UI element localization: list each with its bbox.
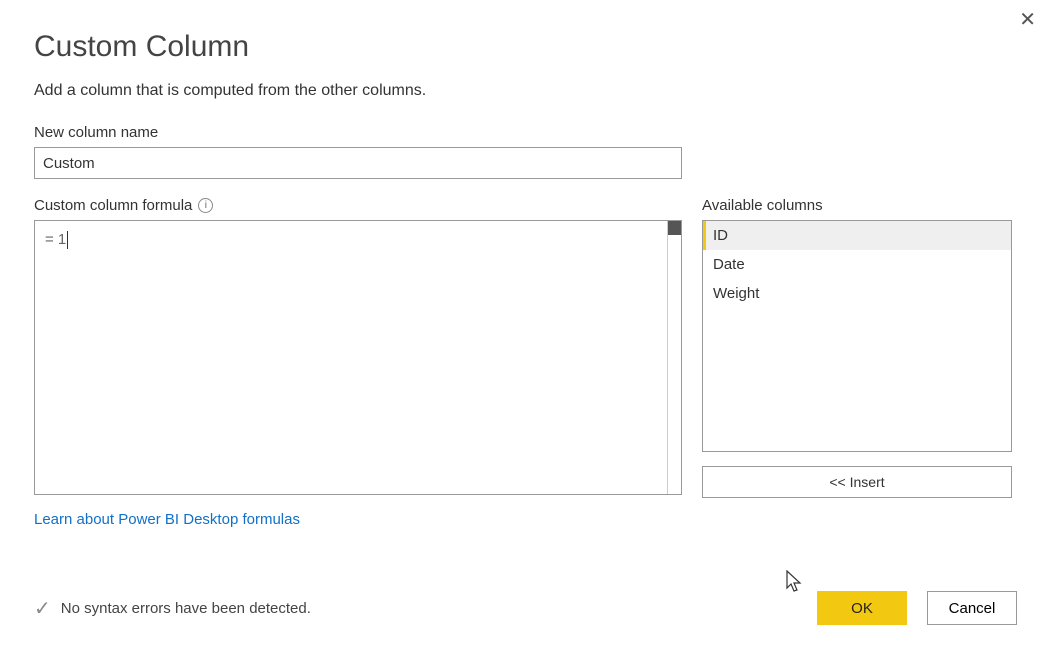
new-column-name-label: New column name <box>34 124 1017 141</box>
close-icon: ✕ <box>1019 9 1036 31</box>
formula-label-text: Custom column formula <box>34 197 192 214</box>
close-button[interactable]: ✕ <box>1019 10 1036 30</box>
formula-scrollbar[interactable] <box>667 221 681 494</box>
dialog-footer: ✓ No syntax errors have been detected. O… <box>34 591 1017 625</box>
available-columns-label: Available columns <box>702 197 1012 214</box>
available-column-item[interactable]: Weight <box>703 279 1011 308</box>
learn-link[interactable]: Learn about Power BI Desktop formulas <box>34 511 300 528</box>
check-icon: ✓ <box>34 596 51 621</box>
insert-button[interactable]: << Insert <box>702 466 1012 498</box>
status-message: No syntax errors have been detected. <box>61 600 311 617</box>
dialog-body: Custom Column Add a column that is compu… <box>0 0 1051 549</box>
available-column-item[interactable]: ID <box>703 221 1011 250</box>
status-area: ✓ No syntax errors have been detected. <box>34 596 311 621</box>
dialog-title: Custom Column <box>34 30 1017 64</box>
new-column-name-input[interactable] <box>34 147 682 179</box>
info-icon[interactable]: i <box>198 198 213 213</box>
formula-input[interactable]: = 1 <box>34 220 682 495</box>
available-columns-list[interactable]: ID Date Weight <box>702 220 1012 452</box>
formula-label: Custom column formula i <box>34 197 682 214</box>
formula-text: = 1 <box>45 231 66 248</box>
text-caret <box>67 231 68 249</box>
ok-button[interactable]: OK <box>817 591 907 625</box>
dialog-subtitle: Add a column that is computed from the o… <box>34 82 1017 100</box>
available-column-item[interactable]: Date <box>703 250 1011 279</box>
cancel-button[interactable]: Cancel <box>927 591 1017 625</box>
